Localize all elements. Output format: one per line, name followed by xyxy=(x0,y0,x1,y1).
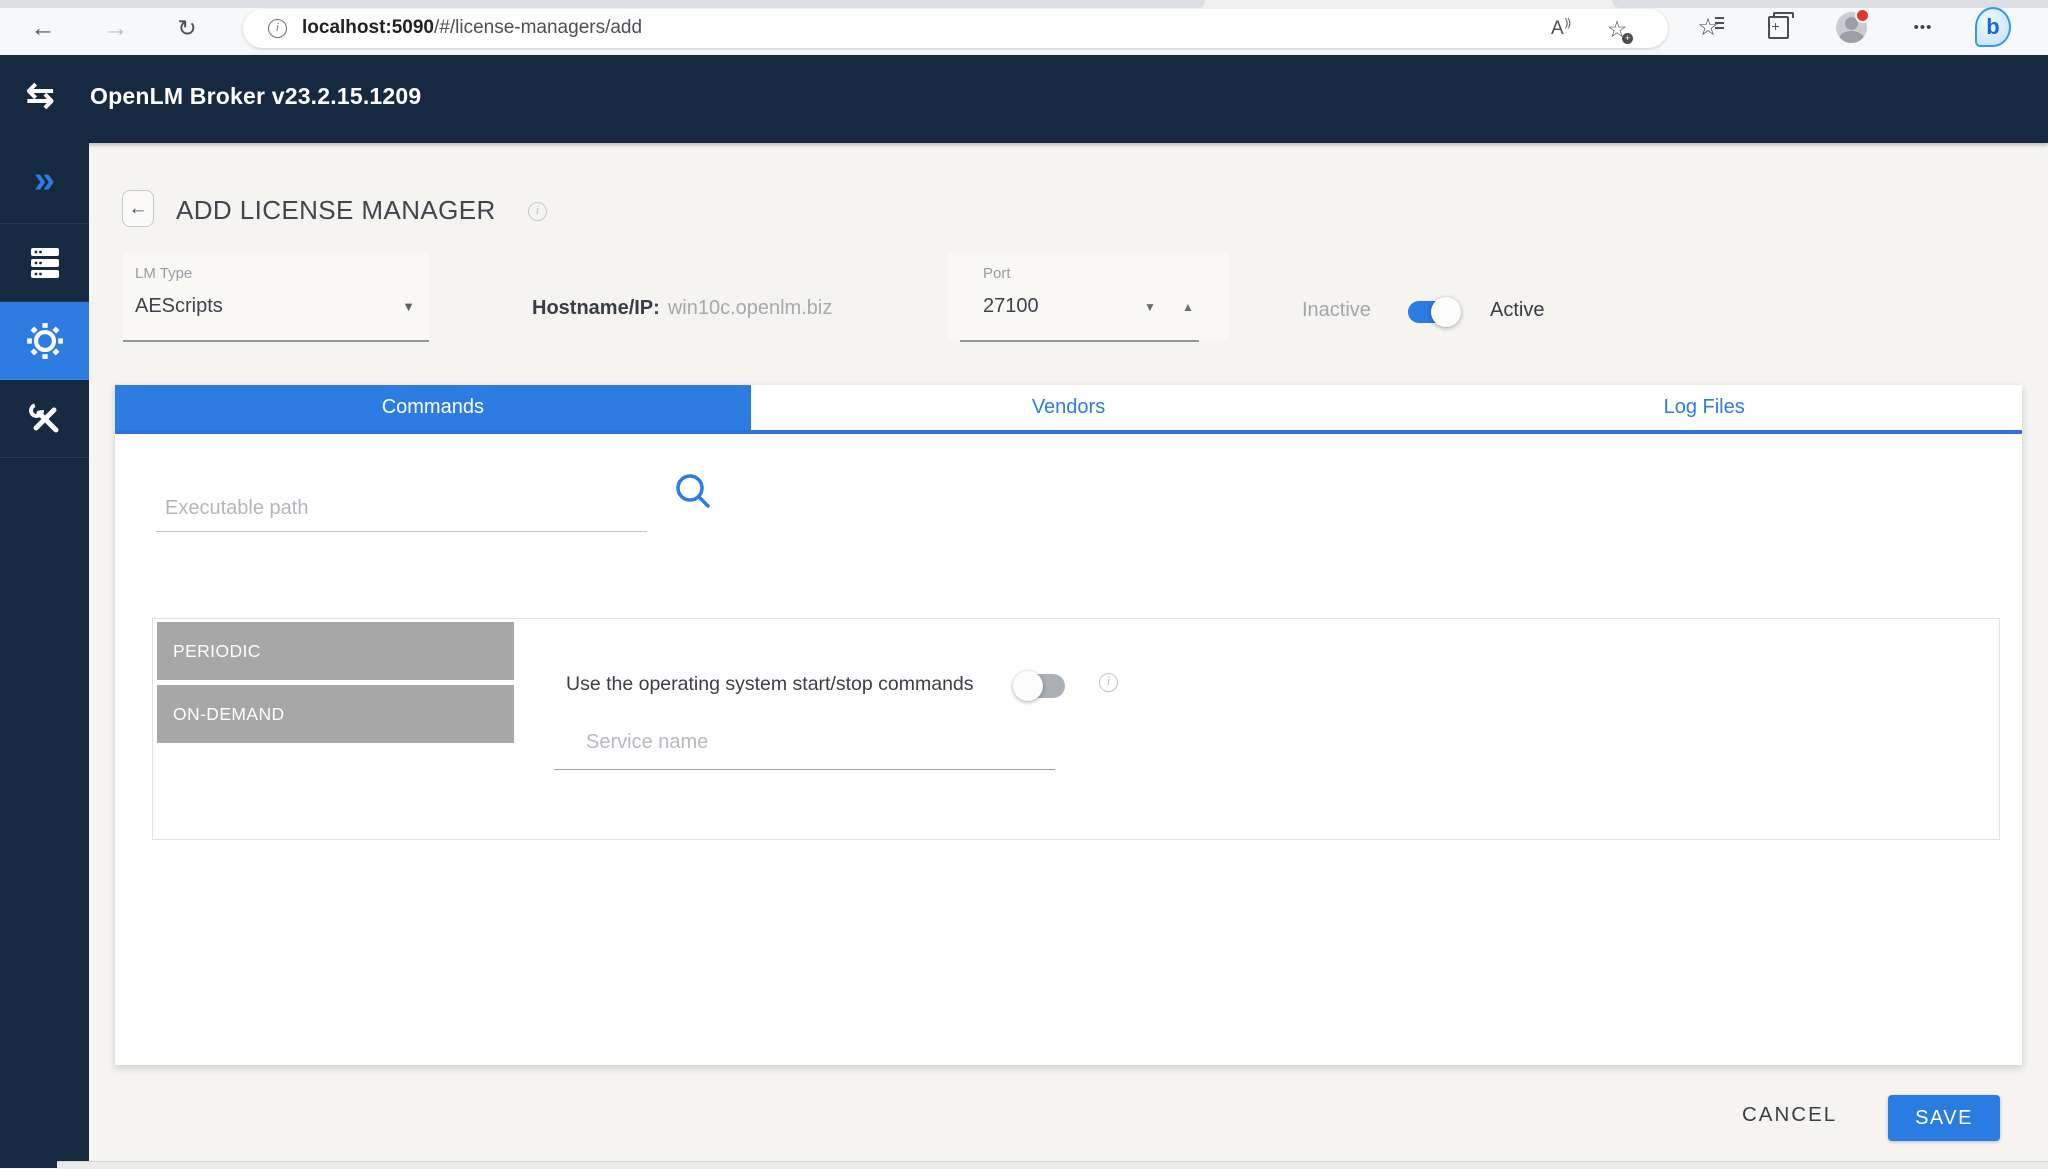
back-button[interactable]: ← xyxy=(122,190,154,227)
inactive-label: Inactive xyxy=(1302,299,1371,322)
spinner-down-icon[interactable]: ▼ xyxy=(1144,300,1156,314)
lm-type-select[interactable]: LM Type AEScripts ▼ xyxy=(123,253,429,342)
active-label: Active xyxy=(1490,299,1544,322)
url-path: /#/license-managers/add xyxy=(434,17,642,38)
lm-type-label: LM Type xyxy=(135,265,192,282)
openlm-logo-icon: ⇆ xyxy=(26,76,55,116)
page-title: ADD LICENSE MANAGER xyxy=(176,195,496,226)
servers-icon xyxy=(27,245,63,281)
browser-menu-icon[interactable]: ••• xyxy=(1905,10,1941,44)
browser-toolbar: ← → ↻ localhost:5090/#/license-managers/… xyxy=(0,0,2048,56)
port-label: Port xyxy=(983,265,1011,282)
double-chevron-right-icon: » xyxy=(34,161,55,205)
browser-tab-edge xyxy=(0,0,1205,8)
os-commands-info-icon[interactable] xyxy=(1099,673,1118,692)
collections-glyph xyxy=(1768,16,1789,39)
tab-strip: Commands Vendors Log Files xyxy=(115,385,2022,434)
toggle-knob xyxy=(1431,297,1461,327)
hostname-value: win10c.openlm.biz xyxy=(668,297,833,319)
os-commands-toggle[interactable] xyxy=(1017,674,1065,698)
os-commands-label: Use the operating system start/stop comm… xyxy=(566,673,974,696)
gear-icon xyxy=(25,321,65,361)
tab-log-files[interactable]: Log Files xyxy=(1386,385,2022,430)
active-toggle[interactable] xyxy=(1408,301,1456,323)
read-aloud-icon[interactable]: A xyxy=(1545,15,1575,43)
bing-discover-icon[interactable]: b xyxy=(1975,10,2011,44)
plus-badge: + xyxy=(1622,33,1633,44)
sidebar-item-tools[interactable] xyxy=(0,380,89,458)
port-underline xyxy=(960,340,1199,342)
url-host: localhost:5090 xyxy=(302,17,434,38)
back-icon[interactable]: ← xyxy=(26,12,60,44)
commands-content-box: PERIODIC ON-DEMAND Use the operating sys… xyxy=(152,618,2000,840)
license-manager-panel: Commands Vendors Log Files PERIODIC ON-D… xyxy=(115,385,2022,1065)
hostname-row: Hostname/IP: win10c.openlm.biz xyxy=(532,297,832,320)
favorites-bar-icon[interactable]: ☆ xyxy=(1690,10,1726,44)
toggle-knob xyxy=(1013,671,1043,701)
sidebar: » xyxy=(0,143,89,1168)
sidebar-item-license-managers[interactable] xyxy=(0,224,89,302)
site-info-icon[interactable] xyxy=(268,19,287,38)
notification-dot xyxy=(1855,8,1870,23)
search-icon[interactable] xyxy=(673,471,715,518)
address-bar[interactable]: localhost:5090/#/license-managers/add A … xyxy=(243,9,1668,48)
sidebar-item-expand-menu[interactable]: » xyxy=(0,143,89,224)
executable-path-input[interactable] xyxy=(156,485,647,532)
collections-icon[interactable] xyxy=(1760,10,1796,44)
app-title: OpenLM Broker v23.2.15.1209 xyxy=(90,83,421,110)
port-field[interactable]: Port 27100 ▼ ▲ xyxy=(948,253,1229,340)
bing-b-glyph: b xyxy=(1975,7,2011,47)
url-text[interactable]: localhost:5090/#/license-managers/add xyxy=(302,17,642,39)
title-info-icon[interactable] xyxy=(528,202,547,221)
tab-vendors[interactable]: Vendors xyxy=(751,385,1387,430)
profile-avatar[interactable] xyxy=(1833,10,1869,44)
forward-icon: → xyxy=(99,12,133,44)
tools-icon xyxy=(27,401,63,437)
chevron-down-icon[interactable]: ▼ xyxy=(402,299,415,314)
save-button[interactable]: SAVE xyxy=(1888,1095,2000,1141)
browser-tab-strip xyxy=(0,0,2048,8)
spinner-up-icon[interactable]: ▲ xyxy=(1182,300,1194,314)
cancel-button[interactable]: CANCEL xyxy=(1736,1102,1843,1128)
browser-tab-edge xyxy=(1612,0,2048,8)
lm-type-value: AEScripts xyxy=(135,295,223,318)
schedule-tab-on-demand[interactable]: ON-DEMAND xyxy=(157,685,514,743)
service-name-input[interactable] xyxy=(554,715,1055,770)
app-header: ⇆ OpenLM Broker v23.2.15.1209 xyxy=(0,55,2048,143)
tab-commands[interactable]: Commands xyxy=(115,385,751,430)
schedule-tab-periodic[interactable]: PERIODIC xyxy=(157,622,514,680)
port-value: 27100 xyxy=(983,295,1039,318)
refresh-icon[interactable]: ↻ xyxy=(170,12,204,44)
add-favorite-icon[interactable]: ☆+ xyxy=(1602,15,1632,43)
sidebar-item-settings[interactable] xyxy=(0,302,89,380)
hostname-label: Hostname/IP: xyxy=(532,297,660,319)
